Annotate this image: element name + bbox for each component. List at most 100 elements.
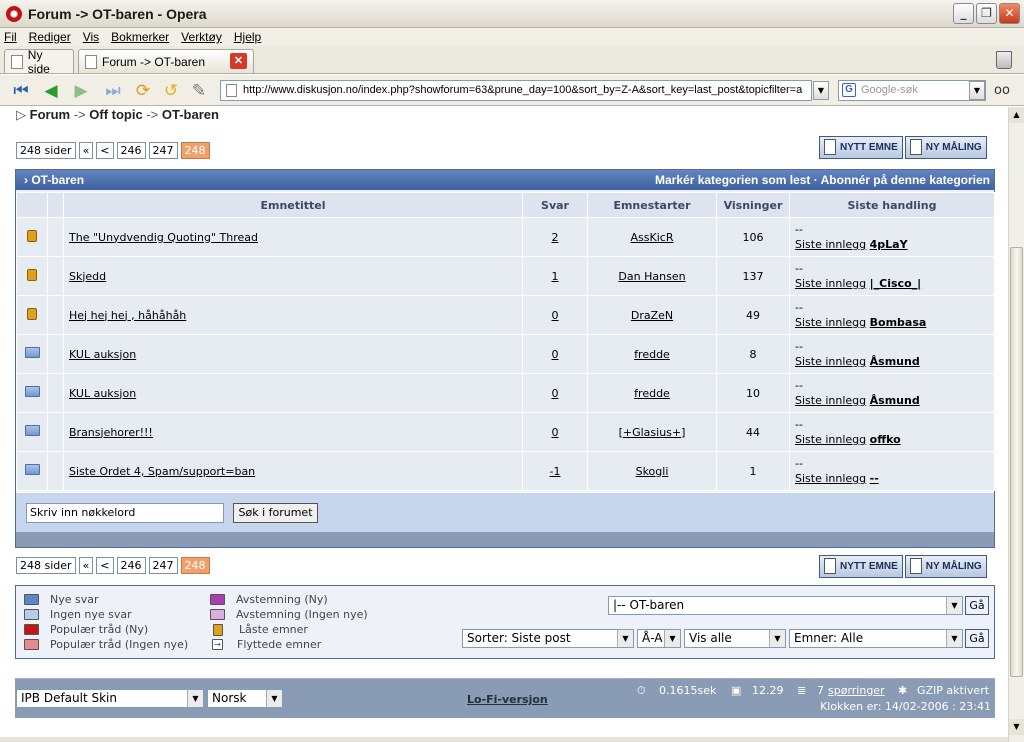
starter-link[interactable]: fredde [634, 387, 670, 400]
topic-title-link[interactable]: The "Unydvendig Quoting" Thread [69, 231, 258, 244]
pages-count[interactable]: 248 sider [16, 142, 76, 159]
rewind-icon[interactable]: ⏮ [10, 81, 32, 101]
topic-filter-select[interactable]: Emner: Alle ▼ [789, 629, 963, 648]
topic-title-link[interactable]: KUL auksjon [69, 387, 136, 400]
starter-link[interactable]: Skogli [636, 465, 669, 478]
topic-title-link[interactable]: Hej hej hej , håhåhåh [69, 309, 186, 322]
mark-read-link[interactable]: Markér kategorien som lest [655, 173, 810, 187]
search-forum-button[interactable]: Søk i forumet [233, 503, 318, 523]
last-poster-link[interactable]: Åsmund [870, 394, 920, 407]
replies-link[interactable]: 0 [552, 426, 559, 439]
breadcrumb-ot-baren[interactable]: OT-baren [162, 107, 219, 122]
last-post-link[interactable]: Siste innlegg [795, 472, 866, 485]
replies-link[interactable]: -1 [550, 465, 561, 478]
pages-count[interactable]: 248 sider [16, 557, 76, 574]
page-247[interactable]: 247 [148, 557, 178, 574]
topic-title-link[interactable]: Siste Ordet 4, Spam/support=ban [69, 465, 255, 478]
topic-title-link[interactable]: Bransjehorer!!! [69, 426, 153, 439]
last-post-link[interactable]: Siste innlegg [795, 238, 866, 251]
replies-link[interactable]: 0 [552, 348, 559, 361]
maximize-button[interactable]: ❐ [976, 3, 997, 24]
forum-jump-go-button[interactable]: Gå [965, 596, 989, 615]
page-247[interactable]: 247 [148, 142, 178, 159]
new-poll-button[interactable]: NY MÅLING [904, 555, 987, 578]
last-post-link[interactable]: Siste innlegg [795, 394, 866, 407]
breadcrumb-off-topic[interactable]: Off topic [89, 107, 142, 122]
last-poster-link[interactable]: offko [870, 433, 901, 446]
menu-bokmerker[interactable]: Bokmerker [111, 30, 169, 44]
search-input[interactable]: G Google-søk [838, 80, 986, 101]
sort-order-select[interactable]: Å-A ▼ [637, 629, 681, 648]
forum-jump-select[interactable]: |-- OT-baren ▼ [608, 596, 963, 615]
lofi-link[interactable]: Lo-Fi-versjon [467, 693, 548, 706]
scroll-down-icon[interactable]: ▼ [1009, 719, 1024, 735]
trash-icon[interactable] [996, 51, 1012, 69]
queries-link[interactable]: spørringer [828, 684, 885, 697]
last-post-link[interactable]: Siste innlegg [795, 355, 866, 368]
last-poster-link[interactable]: Åsmund [870, 355, 920, 368]
search-dropdown-icon[interactable]: ▼ [969, 81, 985, 100]
tab-ny-side[interactable]: Ny side [4, 48, 74, 76]
topic-title-link[interactable]: Skjedd [69, 270, 106, 283]
close-button[interactable]: ✕ [999, 3, 1020, 24]
starter-link[interactable]: [+Glasius+] [619, 426, 686, 439]
last-post-link[interactable]: Siste innlegg [795, 316, 866, 329]
topic-status-cell [16, 295, 48, 335]
last-poster-link[interactable]: |_Cisco_| [870, 277, 922, 290]
replies-link[interactable]: 1 [552, 270, 559, 283]
starter-link[interactable]: Dan Hansen [618, 270, 685, 283]
last-poster-link[interactable]: Bombasa [870, 316, 927, 329]
page-246[interactable]: 246 [116, 142, 146, 159]
subscribe-link[interactable]: Abonnér på denne kategorien [821, 173, 990, 187]
replies-link[interactable]: 0 [552, 309, 559, 322]
new-poll-button[interactable]: NY MÅLING [904, 136, 987, 159]
edit-icon[interactable]: ✎ [188, 81, 210, 101]
prev-page-button[interactable]: < [96, 142, 114, 159]
breadcrumb-toggle-icon[interactable]: ▷ [16, 107, 26, 122]
topic-title-link[interactable]: KUL auksjon [69, 348, 136, 361]
first-page-button[interactable]: « [78, 557, 94, 574]
first-page-button[interactable]: « [78, 142, 94, 159]
glasses-icon[interactable]: oo [994, 83, 1010, 98]
last-post-link[interactable]: Siste innlegg [795, 277, 866, 290]
last-poster-link[interactable]: 4pLaY [870, 238, 908, 251]
horizontal-scrollbar[interactable] [0, 737, 1008, 742]
new-topic-button[interactable]: NYTT EMNE [819, 136, 903, 159]
replies-link[interactable]: 0 [552, 387, 559, 400]
address-dropdown-icon[interactable]: ▼ [813, 81, 829, 100]
page-246[interactable]: 246 [116, 557, 146, 574]
tab-close-icon[interactable]: ✕ [230, 53, 247, 69]
menu-verktoy[interactable]: Verktøy [181, 30, 222, 44]
forward-icon[interactable]: ▶ [70, 81, 92, 101]
breadcrumb-forum[interactable]: Forum [30, 107, 70, 122]
reload-icon[interactable]: ⟳ [132, 81, 154, 101]
skin-select[interactable]: IPB Default Skin ▼ [16, 689, 204, 708]
tab-forum[interactable]: Forum -> OT-baren ✕ [78, 49, 254, 73]
vertical-scrollbar[interactable]: ▲ ▼ [1008, 107, 1024, 742]
starter-link[interactable]: DraZeN [631, 309, 673, 322]
menu-vis[interactable]: Vis [83, 30, 99, 44]
prune-select[interactable]: Vis alle ▼ [684, 629, 786, 648]
fast-forward-icon[interactable]: ⏭ [102, 81, 124, 101]
menu-fil[interactable]: Fil [4, 30, 17, 44]
menu-rediger[interactable]: Rediger [29, 30, 71, 44]
scroll-thumb[interactable] [1010, 247, 1023, 677]
starter-link[interactable]: AssKicR [631, 231, 674, 244]
last-post-link[interactable]: Siste innlegg [795, 433, 866, 446]
prev-page-button[interactable]: < [96, 557, 114, 574]
scroll-up-icon[interactable]: ▲ [1009, 107, 1024, 123]
replies-link[interactable]: 2 [552, 231, 559, 244]
keyword-input[interactable]: Skriv inn nøkkelord [26, 503, 224, 523]
menu-hjelp[interactable]: Hjelp [234, 30, 261, 44]
sort-key-select[interactable]: Sorter: Siste post ▼ [462, 629, 634, 648]
language-select[interactable]: Norsk ▼ [207, 689, 283, 708]
starter-link[interactable]: fredde [634, 348, 670, 361]
new-topic-button[interactable]: NYTT EMNE [819, 555, 903, 578]
back-icon[interactable]: ◀ [40, 81, 62, 101]
home-icon[interactable]: ↺ [160, 81, 182, 101]
filter-go-button[interactable]: Gå [965, 629, 989, 648]
address-bar[interactable]: http://www.diskusjon.no/index.php?showfo… [220, 80, 812, 101]
collapse-arrow-icon[interactable]: › [24, 173, 28, 187]
last-poster-link[interactable]: -- [870, 472, 879, 485]
minimize-button[interactable]: _ [953, 3, 974, 24]
